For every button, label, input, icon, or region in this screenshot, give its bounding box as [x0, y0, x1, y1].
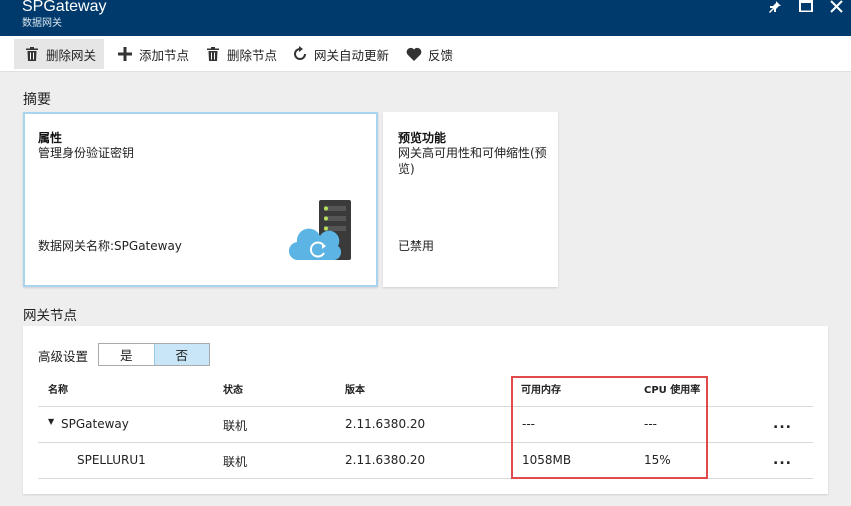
add-node-button[interactable]: 添加节点	[117, 39, 189, 69]
row-version: 2.11.6380.20	[345, 453, 426, 467]
advanced-settings-label: 高级设置	[38, 349, 89, 364]
delete-gateway-button[interactable]: 删除网关	[14, 39, 104, 69]
window-subtitle: 数据网关	[22, 18, 62, 29]
row-version: 2.11.6380.20	[345, 417, 426, 431]
properties-tile[interactable]: 属性 管理身份验证密钥 数据网关名称:SPGateway	[23, 112, 378, 287]
row-status: 联机	[223, 419, 248, 433]
preview-features-tile[interactable]: 预览功能 网关高可用性和可伸缩性(预览) 已禁用	[383, 112, 558, 287]
row-more-button[interactable]: ...	[773, 416, 792, 432]
properties-title: 属性	[38, 131, 63, 145]
toggle-no[interactable]: 否	[153, 344, 209, 365]
toggle-yes[interactable]: 是	[99, 344, 154, 365]
gateway-nodes-heading: 网关节点	[23, 308, 77, 324]
column-header-version[interactable]: 版本	[345, 381, 365, 396]
plus-icon	[117, 46, 133, 62]
pin-icon[interactable]	[766, 0, 784, 16]
window-titlebar: SPGateway 数据网关	[0, 0, 851, 36]
memory-cpu-highlight-box	[511, 376, 708, 479]
row-name: SPELLURU1	[77, 453, 146, 467]
trash-icon	[24, 46, 40, 62]
gateway-server-cloud-icon	[288, 200, 359, 264]
preview-title: 预览功能	[398, 131, 447, 145]
caret-down-icon[interactable]: ▼	[48, 417, 54, 426]
add-node-label: 添加节点	[139, 47, 190, 63]
advanced-settings-toggle[interactable]: 是 否	[98, 343, 210, 366]
gateway-name-line: 数据网关名称:SPGateway	[38, 239, 182, 253]
preview-status: 已禁用	[398, 239, 435, 253]
auto-update-label: 网关自动更新	[314, 47, 390, 63]
auto-update-button[interactable]: 网关自动更新	[292, 39, 389, 69]
feedback-label: 反馈	[428, 47, 454, 63]
column-header-name[interactable]: 名称	[48, 381, 68, 396]
heart-icon	[406, 46, 422, 62]
row-status: 联机	[223, 455, 248, 469]
summary-heading: 摘要	[23, 92, 51, 108]
maximize-icon[interactable]	[797, 0, 815, 16]
trash-icon	[205, 46, 221, 62]
close-icon[interactable]	[827, 0, 845, 16]
feedback-button[interactable]: 反馈	[406, 39, 453, 69]
properties-description: 管理身份验证密钥	[38, 146, 135, 160]
window-title: SPGateway	[22, 0, 107, 15]
delete-gateway-label: 删除网关	[46, 47, 97, 63]
row-more-button[interactable]: ...	[773, 452, 792, 468]
column-header-status[interactable]: 状态	[223, 381, 243, 396]
refresh-icon	[292, 46, 308, 62]
delete-node-button[interactable]: 删除节点	[205, 39, 277, 69]
row-name: SPGateway	[61, 417, 129, 431]
command-bar: 删除网关 添加节点 删除节点 网关自动更新 反馈	[0, 36, 851, 72]
delete-node-label: 删除节点	[227, 47, 278, 63]
preview-description: 网关高可用性和可伸缩性(预览)	[398, 146, 547, 176]
